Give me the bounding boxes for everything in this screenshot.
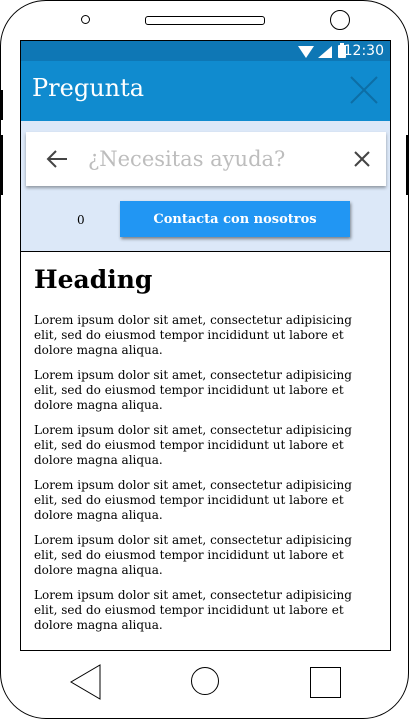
search-box	[26, 132, 386, 186]
recents-nav-icon[interactable]	[310, 667, 341, 698]
home-nav-icon[interactable]	[191, 667, 219, 695]
search-area: 0 Contacta con nosotros	[21, 121, 390, 251]
phone-side-button	[0, 135, 3, 195]
clear-search-icon[interactable]	[354, 151, 370, 167]
status-time: 12:30	[343, 43, 384, 59]
count-label: 0	[77, 213, 85, 227]
proximity-sensor	[330, 10, 350, 30]
page-title: Pregunta	[32, 74, 145, 102]
app-bar: Pregunta	[21, 61, 390, 121]
content-heading: Heading	[34, 265, 153, 294]
paragraph: Lorem ipsum dolor sit amet, consectetur …	[34, 423, 352, 467]
paragraph: Lorem ipsum dolor sit amet, consectetur …	[34, 588, 352, 632]
earpiece-speaker	[145, 16, 265, 25]
paragraph: Lorem ipsum dolor sit amet, consectetur …	[34, 368, 352, 412]
search-input[interactable]	[88, 144, 328, 174]
wifi-icon	[298, 46, 314, 58]
screen: 12:30 Pregunta 0 Contacta con nosotros H…	[20, 40, 391, 651]
contact-button[interactable]: Contacta con nosotros	[120, 201, 350, 237]
phone-side-button	[0, 90, 3, 120]
paragraph: Lorem ipsum dolor sit amet, consectetur …	[34, 478, 352, 522]
paragraph: Lorem ipsum dolor sit amet, consectetur …	[34, 533, 352, 577]
paragraph: Lorem ipsum dolor sit amet, consectetur …	[34, 313, 352, 357]
close-icon[interactable]	[349, 75, 379, 105]
front-camera	[81, 15, 90, 24]
phone-side-button	[406, 135, 409, 195]
status-bar: 12:30	[21, 41, 390, 61]
arrow-left-icon[interactable]	[46, 150, 68, 168]
signal-icon	[318, 46, 332, 58]
content-area: Heading Lorem ipsum dolor sit amet, cons…	[21, 251, 390, 650]
back-nav-icon[interactable]	[70, 664, 102, 700]
